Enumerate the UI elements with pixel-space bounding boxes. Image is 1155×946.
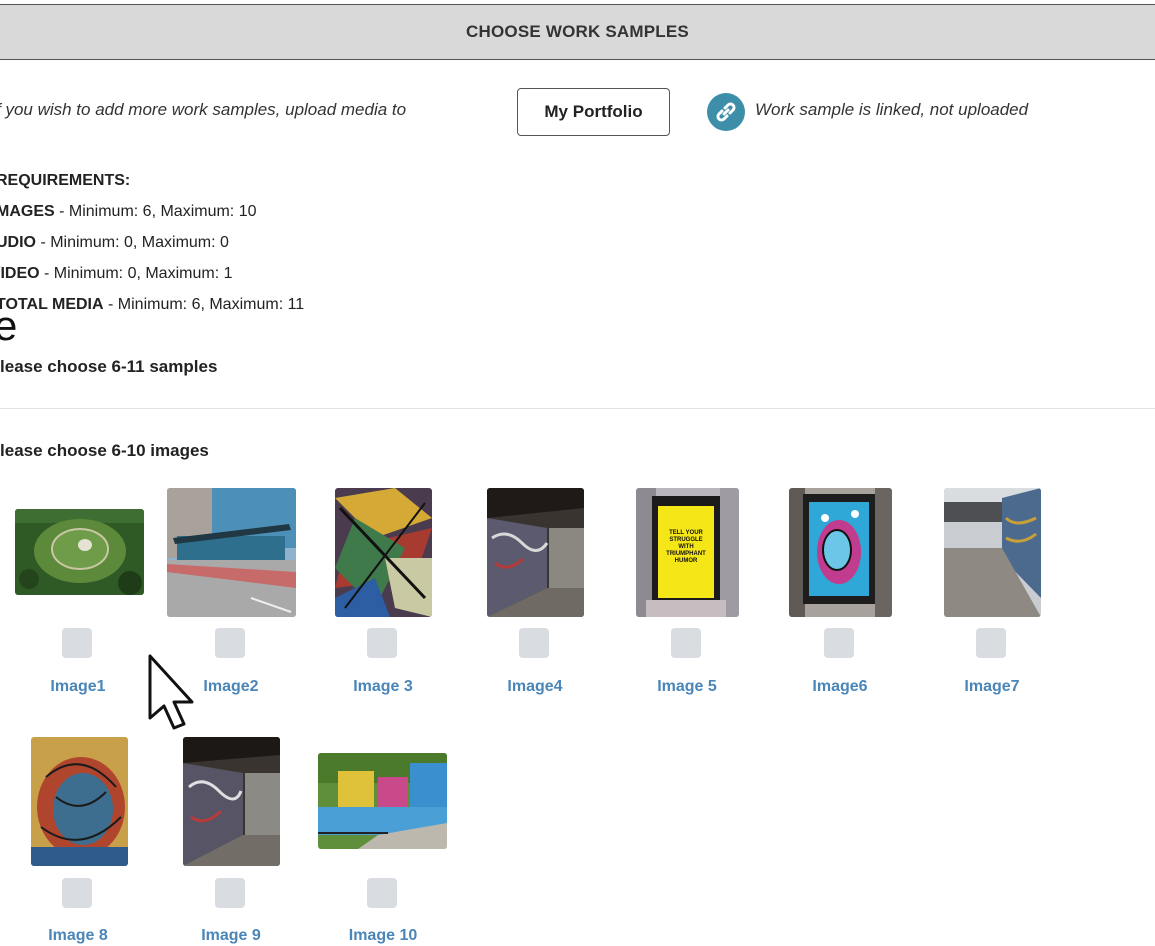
divider [0,408,1155,409]
requirement-video: /IDEO - Minimum: 0, Maximum: 1 [0,265,232,283]
requirement-video-label: /IDEO [0,265,40,282]
image-thumbnail-6[interactable] [789,488,892,617]
requirement-images: MAGES - Minimum: 6, Maximum: 10 [0,203,256,221]
image-checkbox-7[interactable] [976,628,1006,658]
image-thumbnail-5[interactable]: TELL YOUR STRUGGLE WITH TRIUMPHANT HUMOR [636,488,739,617]
mouse-pointer-icon [146,652,198,732]
image-label-2[interactable]: Image2 [203,678,258,696]
link-note: Work sample is linked, not uploaded [755,100,1029,119]
choose-images-text: 'lease choose 6-10 images [0,441,209,460]
requirement-total: TOTAL MEDIA - Minimum: 6, Maximum: 11 [0,296,304,314]
image-label-6[interactable]: Image6 [812,678,867,696]
image-thumbnail-8[interactable] [31,737,128,866]
image-thumbnail-2[interactable] [167,488,296,617]
image-thumbnail-9[interactable] [183,737,280,866]
poster-text: TELL YOUR STRUGGLE WITH TRIUMPHANT HUMOR [666,530,706,564]
section-header: CHOOSE WORK SAMPLES [0,4,1155,60]
image-checkbox-4[interactable] [519,628,549,658]
image-thumbnail-7[interactable] [944,488,1041,617]
intro-text: f you wish to add more work samples, upl… [0,100,407,119]
image-label-1[interactable]: Image1 [50,678,105,696]
image-checkbox-3[interactable] [367,628,397,658]
requirement-video-value: - Minimum: 0, Maximum: 1 [39,265,233,282]
image-label-7[interactable]: Image7 [964,678,1019,696]
image-checkbox-10[interactable] [367,878,397,908]
image-label-4[interactable]: Image4 [507,678,562,696]
image-checkbox-2[interactable] [215,628,245,658]
choose-samples-text: 'lease choose 6-11 samples [0,357,218,376]
requirement-total-value: - Minimum: 6, Maximum: 11 [103,296,305,313]
image-label-8[interactable]: Image 8 [48,927,108,945]
image-thumbnail-4[interactable] [487,488,584,617]
requirement-images-value: - Minimum: 6, Maximum: 10 [54,203,257,220]
requirement-audio-label: UDIO [0,234,36,251]
image-label-9[interactable]: Image 9 [201,927,261,945]
image-checkbox-8[interactable] [62,878,92,908]
image-thumbnail-10[interactable] [318,753,447,849]
link-icon [707,93,745,131]
requirement-images-label: MAGES [0,203,55,220]
image-checkbox-6[interactable] [824,628,854,658]
image-label-10[interactable]: Image 10 [349,927,417,945]
image-thumbnail-1[interactable] [15,509,144,595]
section-title: CHOOSE WORK SAMPLES [466,22,689,41]
requirement-audio-value: - Minimum: 0, Maximum: 0 [36,234,229,251]
image-checkbox-5[interactable] [671,628,701,658]
requirement-audio: UDIO - Minimum: 0, Maximum: 0 [0,234,229,252]
stray-character: e [0,302,18,349]
image-checkbox-1[interactable] [62,628,92,658]
image-label-3[interactable]: Image 3 [353,678,413,696]
requirements-heading: REQUIREMENTS: [0,172,131,189]
my-portfolio-button[interactable]: My Portfolio [517,88,670,136]
image-label-5[interactable]: Image 5 [657,678,717,696]
image-thumbnail-3[interactable] [335,488,432,617]
image-checkbox-9[interactable] [215,878,245,908]
